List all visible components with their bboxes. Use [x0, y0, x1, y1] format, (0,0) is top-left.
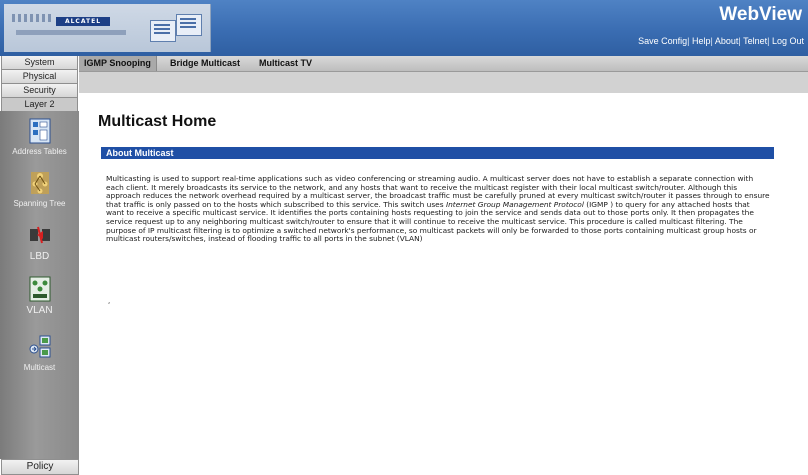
vlan-icon [29, 276, 50, 302]
address-tables-icon [29, 118, 50, 144]
tab-system[interactable]: System [1, 56, 78, 70]
page-title: Multicast Home [98, 113, 217, 130]
sidebar: Address Tables Spanning Tree LBD VLAN Mu… [0, 111, 79, 459]
top-tab-strip: IGMP Snooping Bridge Multicast Multicast… [79, 56, 808, 72]
building-icon [150, 20, 176, 42]
sidebar-item-vlan[interactable]: VLAN [0, 275, 79, 316]
building-icon [176, 14, 202, 36]
tab-bridge-multicast[interactable]: Bridge Multicast [165, 56, 245, 71]
tab-igmp-snooping[interactable]: IGMP Snooping [79, 56, 157, 71]
section-header: About Multicast [101, 147, 774, 159]
sidebar-item-spanning-tree[interactable]: Spanning Tree [0, 169, 79, 208]
help-link[interactable]: Help [692, 36, 711, 46]
tab-security[interactable]: Security [1, 84, 78, 98]
tab-multicast-tv[interactable]: Multicast TV [254, 56, 317, 71]
trailing-mark: , [108, 297, 111, 305]
sidebar-item-label: VLAN [26, 305, 53, 316]
sidebar-item-address-tables[interactable]: Address Tables [0, 117, 79, 156]
logo-tagline [16, 30, 126, 35]
spanning-tree-icon [30, 172, 49, 194]
tab-layer2[interactable]: Layer 2 [1, 98, 78, 112]
tab-physical[interactable]: Physical [1, 70, 78, 84]
save-config-link[interactable]: Save Config [638, 36, 687, 46]
app-title: WebView [719, 4, 802, 25]
telnet-link[interactable]: Telnet [743, 36, 767, 46]
logout-link[interactable]: Log Out [772, 36, 804, 46]
sidebar-item-multicast[interactable]: Multicast [0, 333, 79, 372]
sidebar-item-label: Multicast [23, 363, 56, 372]
sidebar-item-label: Address Tables [12, 147, 67, 156]
sidebar-item-label: Spanning Tree [13, 199, 66, 208]
sub-toolbar [79, 72, 808, 93]
description-paragraph: Multicasting is used to support real-tim… [106, 174, 770, 244]
sidebar-item-lbd[interactable]: LBD [0, 221, 79, 262]
about-link[interactable]: About [715, 36, 739, 46]
top-links: Save Config| Help| About| Telnet| Log Ou… [638, 36, 804, 46]
sidebar-item-label: LBD [29, 251, 50, 262]
left-category-tabs: System Physical Security Layer 2 [0, 56, 78, 112]
lbd-icon [29, 226, 50, 244]
logo-dots [12, 14, 52, 22]
brand-logo: ALCATEL [56, 17, 110, 26]
logo-banner: ALCATEL [4, 4, 211, 52]
multicast-icon [29, 335, 50, 358]
header-bar: ALCATEL WebView Save Config| Help| About… [0, 0, 808, 56]
